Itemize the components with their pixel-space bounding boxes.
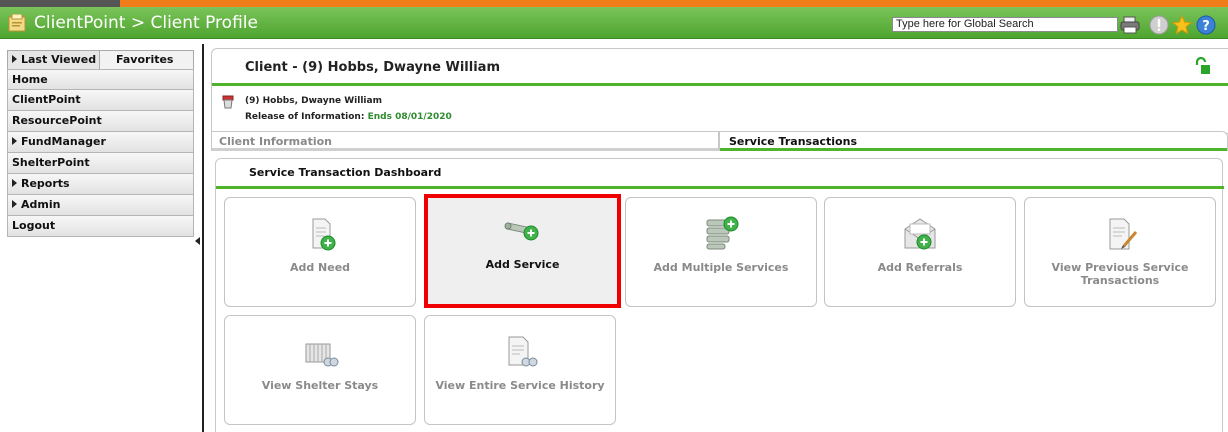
sidebar-item-label: Admin [21, 198, 61, 211]
add-referrals-icon [904, 218, 936, 250]
help-icon[interactable]: ? [1196, 15, 1216, 35]
sidebar: Last Viewed Favorites Home ClientPoint R… [7, 50, 194, 237]
sidebar-item-resourcepoint[interactable]: ResourcePoint [7, 111, 194, 132]
roi-value: Ends 08/01/2020 [367, 112, 452, 122]
tab-last-viewed-label: Last Viewed [21, 53, 97, 66]
view-service-history-icon [508, 336, 538, 367]
sidebar-item-logout[interactable]: Logout [7, 216, 194, 237]
client-name: (9) Hobbs, Dwayne William [245, 96, 382, 106]
expand-triangle-icon [12, 55, 17, 63]
tab-last-viewed[interactable]: Last Viewed [8, 51, 100, 69]
top-accent-strip [0, 0, 1228, 7]
sidebar-item-label: ClientPoint [12, 93, 81, 106]
sidebar-splitter[interactable] [202, 44, 204, 432]
dashboard-title: Service Transaction Dashboard [249, 166, 442, 179]
tile-label: Add Service [485, 258, 560, 271]
expand-triangle-icon [12, 137, 17, 145]
sidebar-item-label: FundManager [21, 135, 106, 148]
alert-icon[interactable] [1149, 15, 1169, 35]
header-bar: ClientPoint > Client Profile Type here f… [0, 7, 1228, 39]
sidebar-item-clientpoint[interactable]: ClientPoint [7, 90, 194, 111]
sidebar-item-label: Home [12, 73, 48, 86]
sidebar-item-reports[interactable]: Reports [7, 174, 194, 195]
sidebar-tabs: Last Viewed Favorites [7, 50, 194, 69]
sidebar-item-label: ShelterPoint [12, 156, 90, 169]
svg-text:?: ? [1202, 19, 1210, 34]
printer-icon[interactable] [1120, 15, 1140, 35]
add-referrals-tile[interactable]: Add Referrals [824, 197, 1016, 307]
tab-inactive-bar [212, 148, 718, 151]
sidebar-item-label: ResourcePoint [12, 114, 102, 127]
tab-favorites[interactable]: Favorites [116, 51, 173, 69]
sidebar-item-label: Logout [12, 219, 56, 232]
global-search-input[interactable]: Type here for Global Search [892, 17, 1118, 32]
clientpoint-app-icon [8, 14, 26, 32]
add-need-icon [312, 218, 336, 251]
tab-client-information-label: Client Information [219, 135, 332, 148]
tile-label: Add Need [289, 261, 351, 274]
page-title: ClientPoint > Client Profile [34, 13, 258, 33]
tile-label: Add Referrals [877, 261, 963, 274]
tab-service-transactions-label: Service Transactions [729, 135, 857, 148]
release-of-information: Release of Information: Ends 08/01/2020 [245, 112, 452, 122]
tile-label: View Shelter Stays [261, 379, 379, 392]
client-header-divider [212, 83, 1228, 86]
client-photo-icon[interactable] [222, 95, 234, 109]
sidebar-item-label: Reports [21, 177, 70, 190]
view-shelter-stays-tile[interactable]: View Shelter Stays [224, 315, 416, 425]
expand-triangle-icon [12, 179, 17, 187]
add-service-tile[interactable]: Add Service [424, 194, 621, 308]
expand-triangle-icon [12, 200, 17, 208]
add-multiple-services-icon [706, 216, 739, 250]
add-service-icon [504, 222, 538, 241]
sidebar-item-fundmanager[interactable]: FundManager [7, 132, 194, 153]
add-multiple-services-tile[interactable]: Add Multiple Services [625, 197, 817, 307]
view-entire-service-history-tile[interactable]: View Entire Service History [424, 315, 616, 425]
client-title: Client - (9) Hobbs, Dwayne William [245, 60, 500, 75]
roi-label: Release of Information: [245, 112, 365, 122]
sidebar-item-shelterpoint[interactable]: ShelterPoint [7, 153, 194, 174]
tile-label: View Entire Service History [435, 379, 605, 392]
tab-service-transactions[interactable]: Service Transactions [719, 131, 1228, 151]
top-strip-dark-segment [0, 0, 120, 7]
client-header-panel: Client - (9) Hobbs, Dwayne William (9) H… [211, 48, 1228, 134]
view-shelter-stays-icon [305, 343, 339, 367]
view-previous-service-transactions-tile[interactable]: View Previous Service Transactions [1024, 197, 1216, 307]
view-previous-transactions-icon [1109, 218, 1138, 250]
tile-label: View Previous Service Transactions [1051, 261, 1189, 287]
tab-client-information[interactable]: Client Information [211, 131, 719, 151]
tab-active-bar [720, 148, 1227, 151]
favorite-star-icon[interactable] [1172, 15, 1192, 35]
add-need-tile[interactable]: Add Need [224, 197, 416, 307]
sidebar-item-admin[interactable]: Admin [7, 195, 194, 216]
dashboard-divider [216, 186, 1224, 189]
tile-label: Add Multiple Services [653, 261, 789, 274]
unlock-icon[interactable] [1194, 57, 1210, 75]
sidebar-item-home[interactable]: Home [7, 69, 194, 90]
collapse-sidebar-arrow-icon[interactable] [195, 237, 200, 245]
